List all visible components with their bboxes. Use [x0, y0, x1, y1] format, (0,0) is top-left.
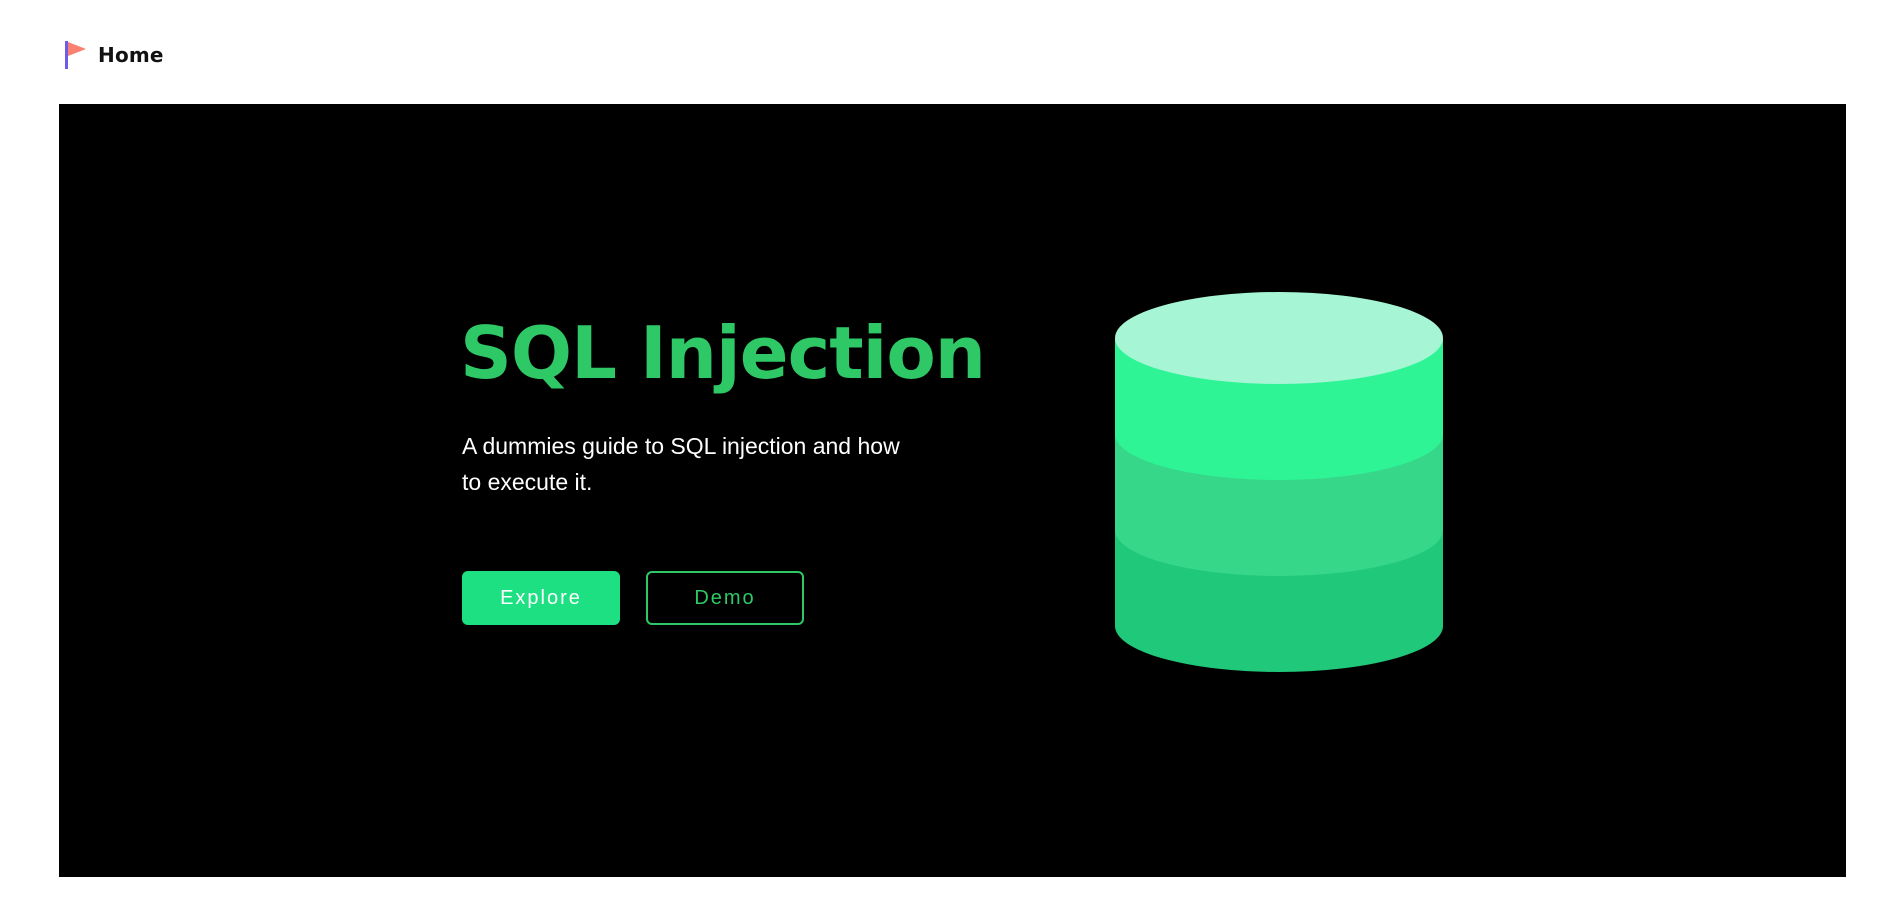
hero-section: SQL Injection A dummies guide to SQL inj…	[59, 104, 1846, 877]
flag-icon	[65, 41, 86, 69]
home-label: Home	[98, 43, 164, 67]
database-lid	[1115, 292, 1443, 384]
explore-button[interactable]: Explore	[462, 571, 620, 625]
hero-subtitle: A dummies guide to SQL injection and how…	[462, 433, 900, 495]
top-navigation-bar: Home	[0, 0, 1896, 104]
database-icon	[1115, 292, 1443, 672]
demo-button[interactable]: Demo	[646, 571, 804, 625]
home-link[interactable]: Home	[64, 40, 164, 70]
hero-title: SQL Injection	[460, 311, 986, 395]
